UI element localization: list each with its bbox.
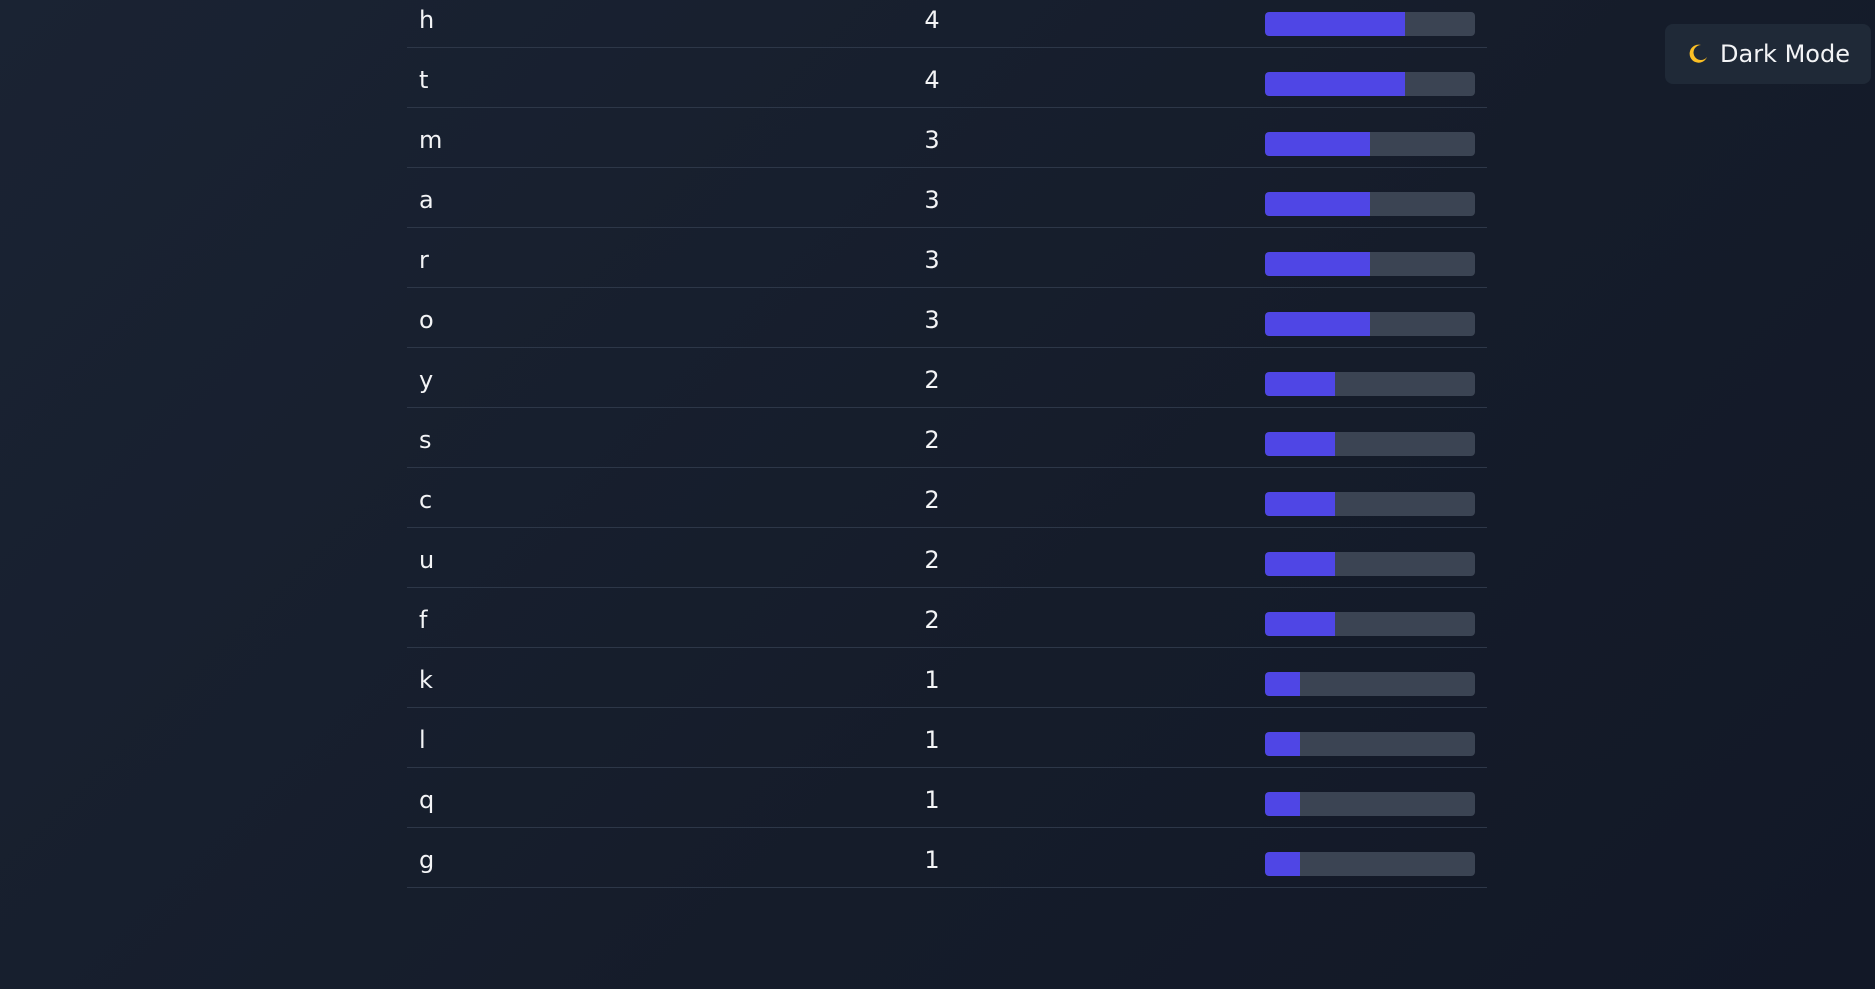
frequency-bar-fill xyxy=(1265,192,1370,216)
count-cell: 3 xyxy=(924,306,940,334)
frequency-bar-fill xyxy=(1265,552,1335,576)
character-cell: m xyxy=(419,126,443,154)
table-row: s2 xyxy=(407,408,1487,468)
frequency-bar-fill xyxy=(1265,492,1335,516)
count-cell: 1 xyxy=(924,786,940,814)
frequency-bar xyxy=(1265,612,1475,636)
frequency-bar-fill xyxy=(1265,252,1370,276)
dark-mode-label: Dark Mode xyxy=(1720,40,1850,68)
table-row: k1 xyxy=(407,648,1487,708)
frequency-bar-fill xyxy=(1265,612,1335,636)
page: h4t4m3a3r3o3y2s2c2u2f2k1l1q1g1 Dark Mode xyxy=(0,0,1875,989)
table-row: o3 xyxy=(407,288,1487,348)
count-cell: 3 xyxy=(924,246,940,274)
table-row: f2 xyxy=(407,588,1487,648)
frequency-bar-fill xyxy=(1265,132,1370,156)
frequency-bar-fill xyxy=(1265,432,1335,456)
frequency-bar-fill xyxy=(1265,372,1335,396)
table-row: y2 xyxy=(407,348,1487,408)
count-cell: 2 xyxy=(924,366,940,394)
moon-icon xyxy=(1689,44,1707,63)
table-row: l1 xyxy=(407,708,1487,768)
frequency-bar xyxy=(1265,132,1475,156)
character-cell: c xyxy=(419,486,433,514)
table-row: a3 xyxy=(407,168,1487,228)
count-cell: 2 xyxy=(924,426,940,454)
frequency-table: h4t4m3a3r3o3y2s2c2u2f2k1l1q1g1 xyxy=(407,0,1487,888)
frequency-bar xyxy=(1265,492,1475,516)
frequency-bar-fill xyxy=(1265,672,1301,696)
frequency-bar xyxy=(1265,552,1475,576)
frequency-bar xyxy=(1265,72,1475,96)
table-row: h4 xyxy=(407,0,1487,48)
count-cell: 1 xyxy=(924,726,940,754)
frequency-bar xyxy=(1265,732,1475,756)
frequency-bar xyxy=(1265,432,1475,456)
table-row: q1 xyxy=(407,768,1487,828)
character-cell: l xyxy=(419,726,426,754)
character-cell: y xyxy=(419,366,434,394)
count-cell: 1 xyxy=(924,666,940,694)
frequency-bar xyxy=(1265,372,1475,396)
frequency-bar xyxy=(1265,852,1475,876)
character-cell: f xyxy=(419,606,428,634)
frequency-bar xyxy=(1265,252,1475,276)
character-cell: q xyxy=(419,786,435,814)
dark-mode-toggle-button[interactable]: Dark Mode xyxy=(1665,24,1871,84)
count-cell: 4 xyxy=(924,66,940,94)
frequency-bar-fill xyxy=(1265,792,1301,816)
count-cell: 2 xyxy=(924,546,940,574)
frequency-bar-fill xyxy=(1265,12,1406,36)
frequency-bar-fill xyxy=(1265,732,1301,756)
frequency-bar-fill xyxy=(1265,72,1406,96)
character-cell: u xyxy=(419,546,435,574)
frequency-bar xyxy=(1265,792,1475,816)
count-cell: 2 xyxy=(924,486,940,514)
character-cell: t xyxy=(419,66,429,94)
frequency-bar xyxy=(1265,12,1475,36)
table-row: t4 xyxy=(407,48,1487,108)
character-cell: o xyxy=(419,306,434,334)
table-row: r3 xyxy=(407,228,1487,288)
count-cell: 3 xyxy=(924,186,940,214)
count-cell: 1 xyxy=(924,846,940,874)
table-row: u2 xyxy=(407,528,1487,588)
character-cell: g xyxy=(419,846,435,874)
table-row: g1 xyxy=(407,828,1487,888)
character-cell: r xyxy=(419,246,429,274)
count-cell: 4 xyxy=(924,6,940,34)
character-cell: s xyxy=(419,426,432,454)
frequency-bar-fill xyxy=(1265,852,1301,876)
count-cell: 3 xyxy=(924,126,940,154)
frequency-bar xyxy=(1265,312,1475,336)
table-row: m3 xyxy=(407,108,1487,168)
frequency-bar-fill xyxy=(1265,312,1370,336)
character-cell: a xyxy=(419,186,434,214)
table-row: c2 xyxy=(407,468,1487,528)
character-cell: k xyxy=(419,666,433,694)
frequency-bar xyxy=(1265,192,1475,216)
character-cell: h xyxy=(419,6,435,34)
frequency-bar xyxy=(1265,672,1475,696)
count-cell: 2 xyxy=(924,606,940,634)
